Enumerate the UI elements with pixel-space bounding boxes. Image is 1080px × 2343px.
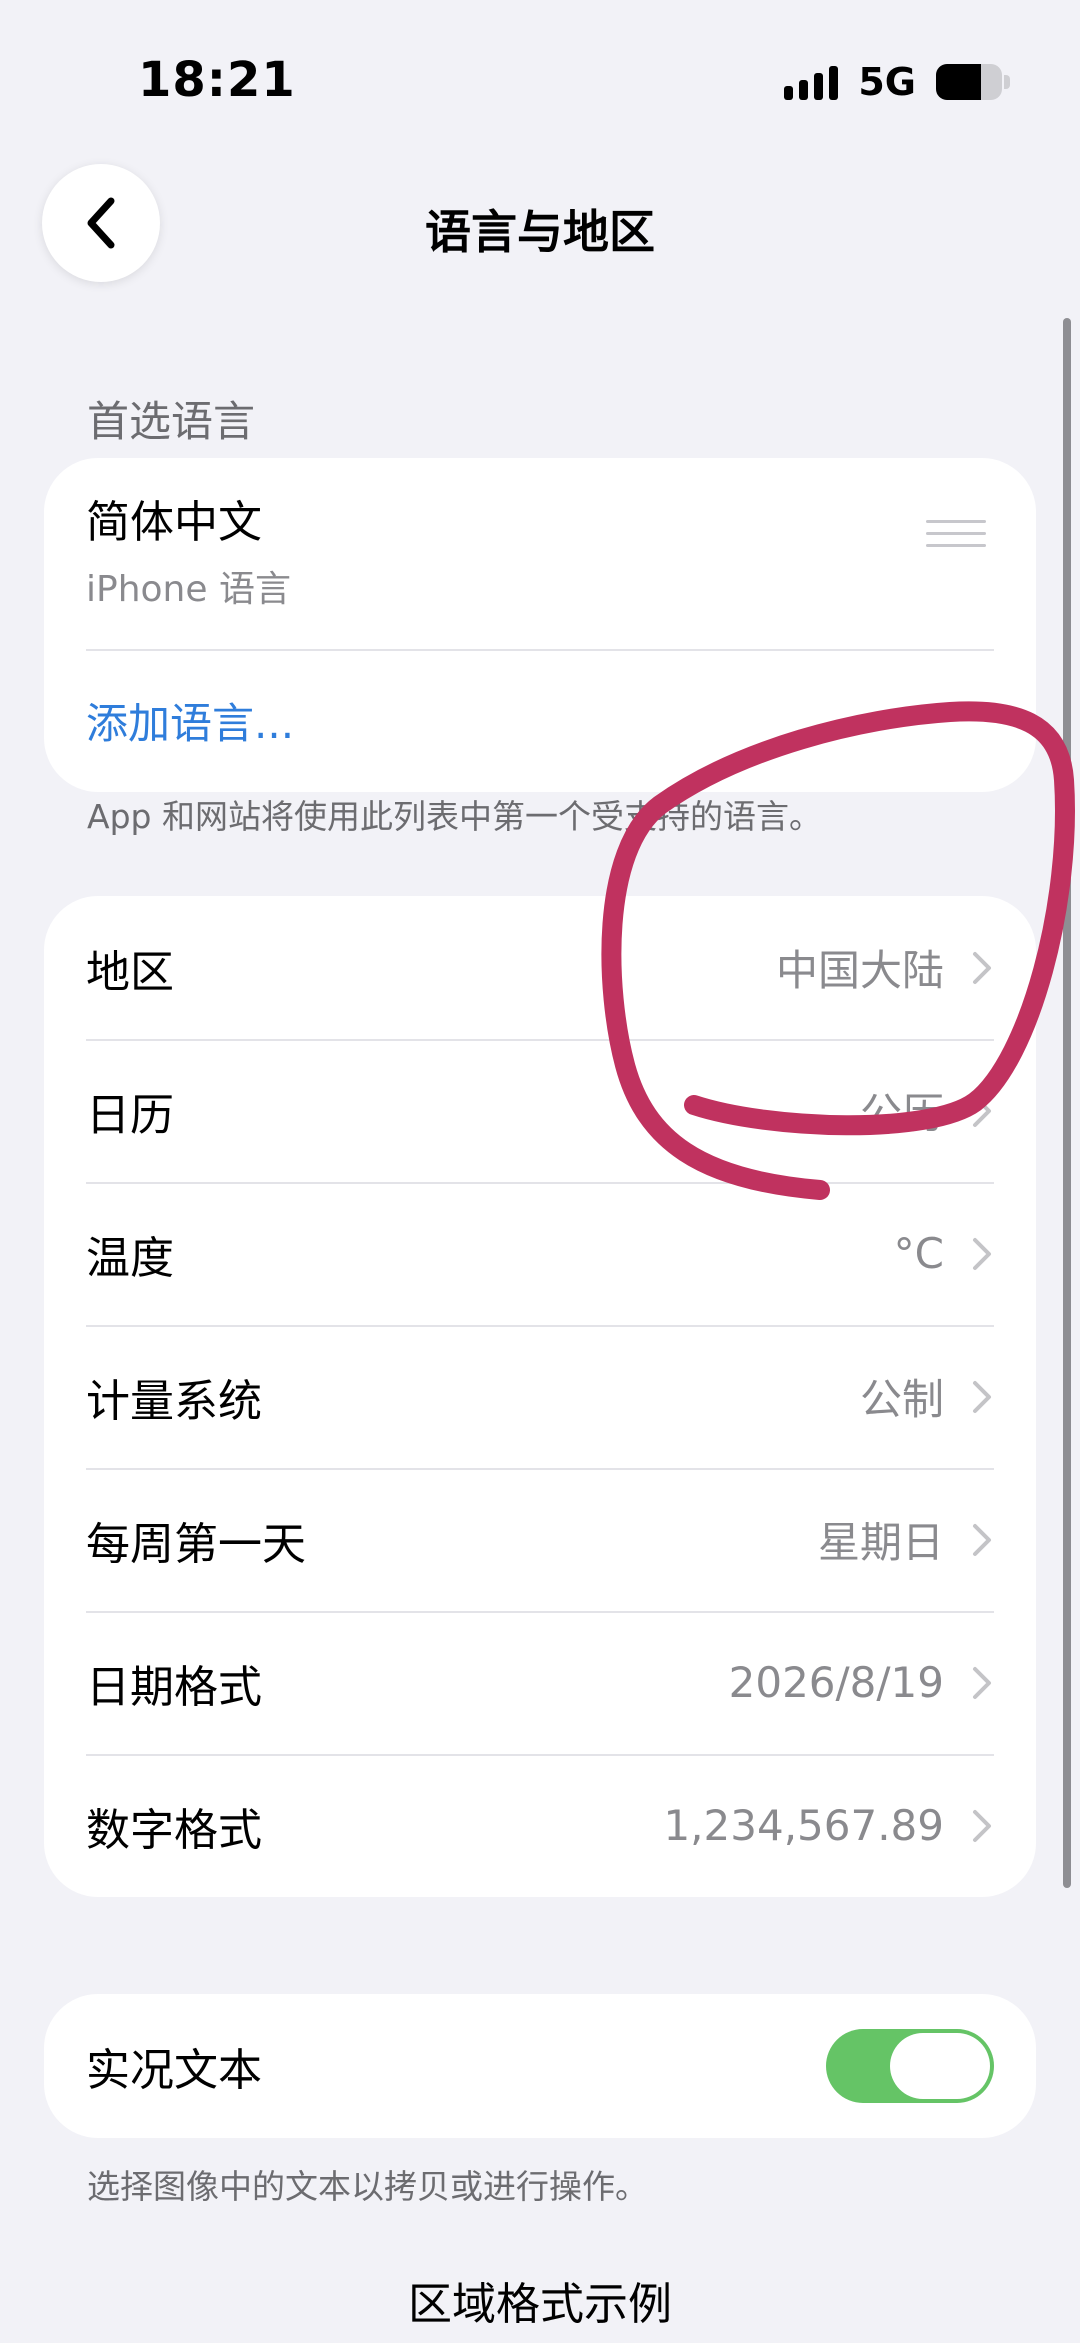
chevron-right-icon	[973, 1380, 991, 1413]
preferred-languages-footer: App 和网站将使用此列表中第一个受支持的语言。	[87, 797, 822, 836]
live-text-row: 实况文本	[44, 1994, 1036, 2138]
row-value: 星期日	[817, 1518, 944, 1567]
language-region-screen: 18:21 5G 语言与地区 首选语言 简体中文 iPhone 语言 添加语言.…	[0, 0, 1080, 2343]
add-language-label: 添加语言...	[86, 699, 295, 748]
chevron-right-icon	[973, 1809, 991, 1842]
row-value: °C	[893, 1229, 944, 1278]
page-title: 语言与地区	[425, 205, 655, 259]
preferred-languages-card: 简体中文 iPhone 语言 添加语言...	[44, 458, 1036, 792]
row-label: 日期格式	[86, 1661, 262, 1713]
preferred-languages-header: 首选语言	[87, 397, 256, 446]
live-text-toggle[interactable]	[826, 2029, 994, 2103]
temperature-row[interactable]: 温度 °C	[44, 1182, 1036, 1325]
row-value: 2026/8/19	[728, 1658, 944, 1707]
status-indicators: 5G	[784, 60, 1010, 104]
number-format-row[interactable]: 数字格式 1,234,567.89	[44, 1754, 1036, 1897]
row-value: 公历	[859, 1089, 944, 1138]
row-value: 1,234,567.89	[663, 1801, 944, 1850]
row-value: 中国大陆	[775, 946, 944, 995]
cellular-signal-icon	[784, 64, 839, 100]
row-label: 计量系统	[86, 1375, 262, 1427]
row-label: 每周第一天	[86, 1518, 306, 1570]
row-label: 温度	[86, 1232, 174, 1284]
measurement-system-row[interactable]: 计量系统 公制	[44, 1325, 1036, 1468]
toggle-knob	[890, 2033, 990, 2099]
row-label: 地区	[86, 946, 174, 998]
network-type: 5G	[858, 60, 916, 104]
live-text-card: 实况文本	[44, 1994, 1036, 2138]
chevron-right-icon	[973, 1523, 991, 1556]
first-day-of-week-row[interactable]: 每周第一天 星期日	[44, 1468, 1036, 1611]
chevron-right-icon	[973, 1094, 991, 1127]
live-text-label: 实况文本	[86, 2045, 262, 2096]
live-text-footer: 选择图像中的文本以拷贝或进行操作。	[87, 2167, 648, 2206]
status-time: 18:21	[138, 52, 296, 108]
add-language-button[interactable]: 添加语言...	[44, 649, 1036, 792]
language-name: 简体中文	[86, 497, 262, 548]
chevron-right-icon	[973, 1666, 991, 1699]
language-subtitle: iPhone 语言	[86, 569, 291, 610]
region-row[interactable]: 地区 中国大陆	[44, 896, 1036, 1039]
row-label: 数字格式	[86, 1804, 262, 1856]
region-settings-card: 地区 中国大陆 日历 公历 温度 °C 计量系统 公制 每周第一天 星期日 日期…	[44, 896, 1036, 1897]
chevron-right-icon	[973, 951, 991, 984]
chevron-right-icon	[973, 1237, 991, 1270]
region-format-example-title: 区域格式示例	[408, 2279, 672, 2330]
battery-icon	[936, 64, 1010, 100]
row-label: 日历	[86, 1089, 174, 1141]
scroll-indicator	[1063, 318, 1071, 1888]
language-item[interactable]: 简体中文 iPhone 语言	[44, 458, 1036, 649]
row-value: 公制	[859, 1375, 944, 1424]
date-format-row[interactable]: 日期格式 2026/8/19	[44, 1611, 1036, 1754]
calendar-row[interactable]: 日历 公历	[44, 1039, 1036, 1182]
reorder-handle-icon[interactable]	[926, 520, 986, 550]
